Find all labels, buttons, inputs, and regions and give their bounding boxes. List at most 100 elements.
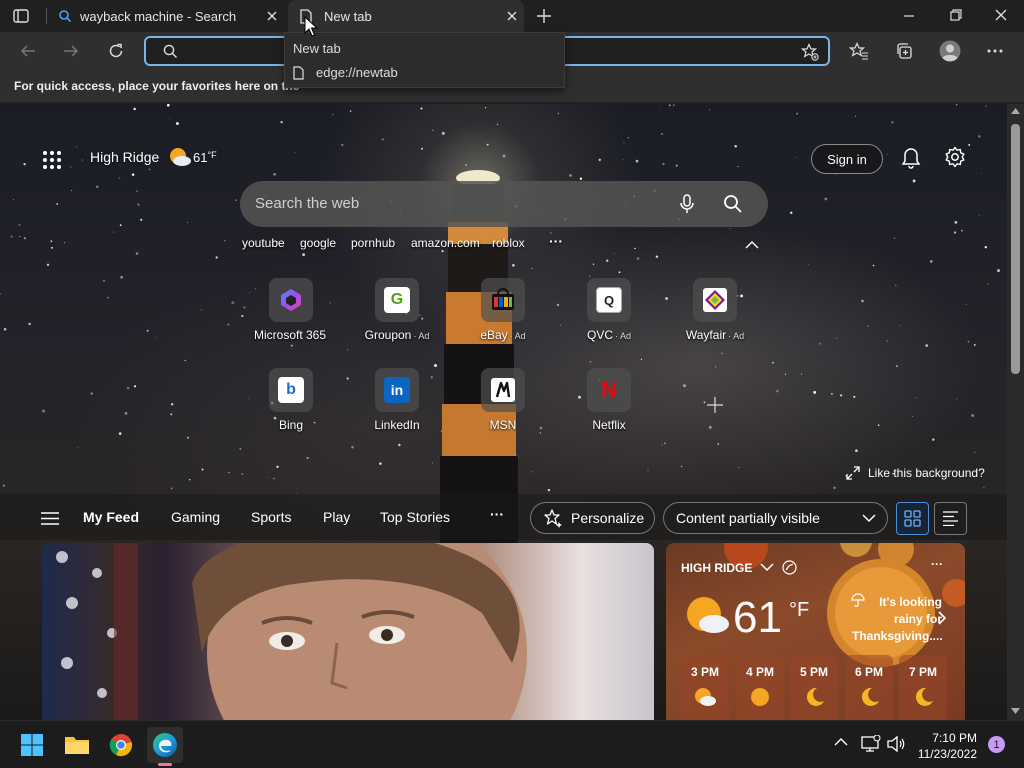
news-photo (56, 543, 527, 720)
like-background-text: Like this background? (868, 466, 985, 480)
microphone-icon[interactable] (680, 194, 694, 214)
search-icon[interactable] (723, 194, 743, 214)
edge-button[interactable] (147, 727, 183, 763)
plus-icon (537, 9, 551, 23)
page-settings-gear-icon[interactable] (944, 146, 966, 168)
quick-link-roblox[interactable]: roblox (492, 236, 525, 250)
weather-temp[interactable]: 61°F (193, 150, 217, 165)
news-card-image[interactable] (42, 543, 654, 720)
tab-new-tab[interactable]: New tab (288, 0, 524, 32)
weather-card-more-button[interactable]: ··· (931, 557, 943, 571)
quick-links-more-button[interactable]: ··· (549, 233, 563, 249)
list-icon (943, 511, 958, 526)
tile-wayfair[interactable]: Wayfair · Ad (665, 278, 765, 358)
weather-card[interactable]: HIGH RIDGE ··· 61 °F It's looking rainy … (666, 543, 965, 720)
feed-more-button[interactable]: ··· (490, 506, 504, 522)
favorites-button[interactable] (844, 36, 874, 66)
back-button[interactable] (13, 36, 43, 66)
collections-button[interactable] (889, 36, 919, 66)
personalize-button[interactable]: Personalize (530, 502, 655, 534)
apps-launcher-icon[interactable] (42, 150, 62, 170)
feed-tab-play[interactable]: Play (323, 509, 350, 525)
tab-title: New tab (324, 8, 372, 24)
hamburger-menu-icon[interactable] (41, 512, 59, 525)
favorites-bar-message: For quick access, place your favorites h… (14, 79, 300, 93)
forward-button[interactable] (56, 36, 86, 66)
web-search-box[interactable]: Search the web (240, 181, 768, 227)
mouse-cursor-icon (304, 16, 318, 37)
feed-tab-sports[interactable]: Sports (251, 509, 291, 525)
tile-bing[interactable]: b Bing (241, 368, 341, 448)
hourly-forecast-3pm: 3 PM (681, 655, 729, 720)
hourly-forecast-7pm: 7 PM (899, 655, 947, 720)
tile-microsoft-365[interactable]: Microsoft 365 (241, 278, 341, 358)
refresh-button[interactable] (101, 36, 131, 66)
hover-card-url-row[interactable]: edge://newtab (293, 65, 398, 80)
hour-label: 6 PM (854, 665, 883, 679)
grid-view-button[interactable] (896, 502, 929, 535)
content-visibility-dropdown[interactable]: Content partially visible (663, 502, 888, 534)
close-tab-icon[interactable] (260, 4, 284, 28)
new-tab-page: High Ridge 61°F Sign in Search the web y… (0, 104, 1007, 720)
temp-unit: °F (207, 150, 217, 160)
add-shortcut-plus-icon[interactable] (706, 396, 724, 414)
folder-icon (65, 737, 89, 754)
quick-link-amazon[interactable]: amazon.com (411, 236, 480, 250)
quick-link-youtube[interactable]: youtube (242, 236, 285, 250)
close-tab-icon[interactable] (500, 4, 524, 28)
add-favorite-icon[interactable] (801, 43, 819, 61)
qvc-icon: Q (587, 278, 631, 322)
tab-wayback-search[interactable]: wayback machine - Search (48, 0, 284, 32)
tile-groupon[interactable]: G Groupon · Ad (347, 278, 447, 358)
clock[interactable]: 7:10 PM 11/23/2022 (915, 730, 977, 762)
feed-tab-top-stories[interactable]: Top Stories (380, 509, 450, 525)
quick-link-3[interactable]: pornhub (351, 236, 395, 250)
minimize-button[interactable] (896, 8, 922, 24)
chevron-up-icon[interactable] (745, 241, 759, 249)
settings-more-button[interactable] (980, 36, 1010, 66)
tile-linkedin[interactable]: in LinkedIn (347, 368, 447, 448)
close-window-button[interactable] (988, 8, 1014, 24)
hour-label: 4 PM (745, 665, 774, 679)
restore-button[interactable] (942, 8, 968, 24)
weather-location[interactable]: High Ridge (90, 149, 159, 165)
feed-tab-my-feed[interactable]: My Feed (83, 509, 139, 525)
feed-tab-gaming[interactable]: Gaming (171, 509, 220, 525)
favorites-icon (849, 42, 868, 60)
tile-label: Wayfair · Ad (685, 328, 745, 342)
back-arrow-icon (20, 45, 35, 57)
hover-card-url: edge://newtab (316, 65, 398, 80)
new-tab-button[interactable] (533, 5, 555, 27)
groupon-icon: G (375, 278, 419, 322)
start-button[interactable] (14, 727, 50, 763)
tile-msn[interactable]: MSN (453, 368, 553, 448)
like-background-link[interactable]: Like this background? (846, 466, 985, 480)
hour-label: 3 PM (690, 665, 719, 679)
tile-netflix[interactable]: N Netflix (559, 368, 659, 448)
file-explorer-button[interactable] (59, 727, 95, 763)
sign-in-button[interactable]: Sign in (811, 144, 883, 174)
wayfair-icon (693, 278, 737, 322)
show-hidden-icons-chevron-up-icon[interactable] (834, 737, 848, 746)
chevron-right-icon (938, 611, 946, 625)
volume-icon[interactable] (886, 735, 906, 753)
scrollbar-thumb[interactable] (1011, 124, 1020, 374)
notifications-bell-icon[interactable] (901, 147, 921, 169)
feed-navigation: My Feed Gaming Sports Play Top Stories ·… (0, 494, 1007, 540)
list-view-button[interactable] (934, 502, 967, 535)
notification-badge[interactable]: 1 (988, 736, 1005, 753)
expand-icon (846, 466, 860, 480)
tile-qvc[interactable]: Q QVC · Ad (559, 278, 659, 358)
partly-cloudy-icon (687, 597, 729, 633)
chrome-button[interactable] (103, 727, 139, 763)
profile-button[interactable] (935, 36, 965, 66)
quick-link-google[interactable]: google (300, 236, 336, 250)
microsoft-365-icon (269, 278, 313, 322)
tab-actions-icon[interactable] (12, 7, 36, 25)
windows-logo-icon (21, 734, 43, 756)
weather-location[interactable]: HIGH RIDGE (681, 561, 752, 575)
tile-ebay[interactable]: eBay · Ad (453, 278, 553, 358)
network-icon[interactable] (861, 735, 881, 753)
chevron-down-icon (862, 514, 876, 523)
weather-tip[interactable]: It's looking rainy for Thanksgiving.... (852, 594, 943, 645)
